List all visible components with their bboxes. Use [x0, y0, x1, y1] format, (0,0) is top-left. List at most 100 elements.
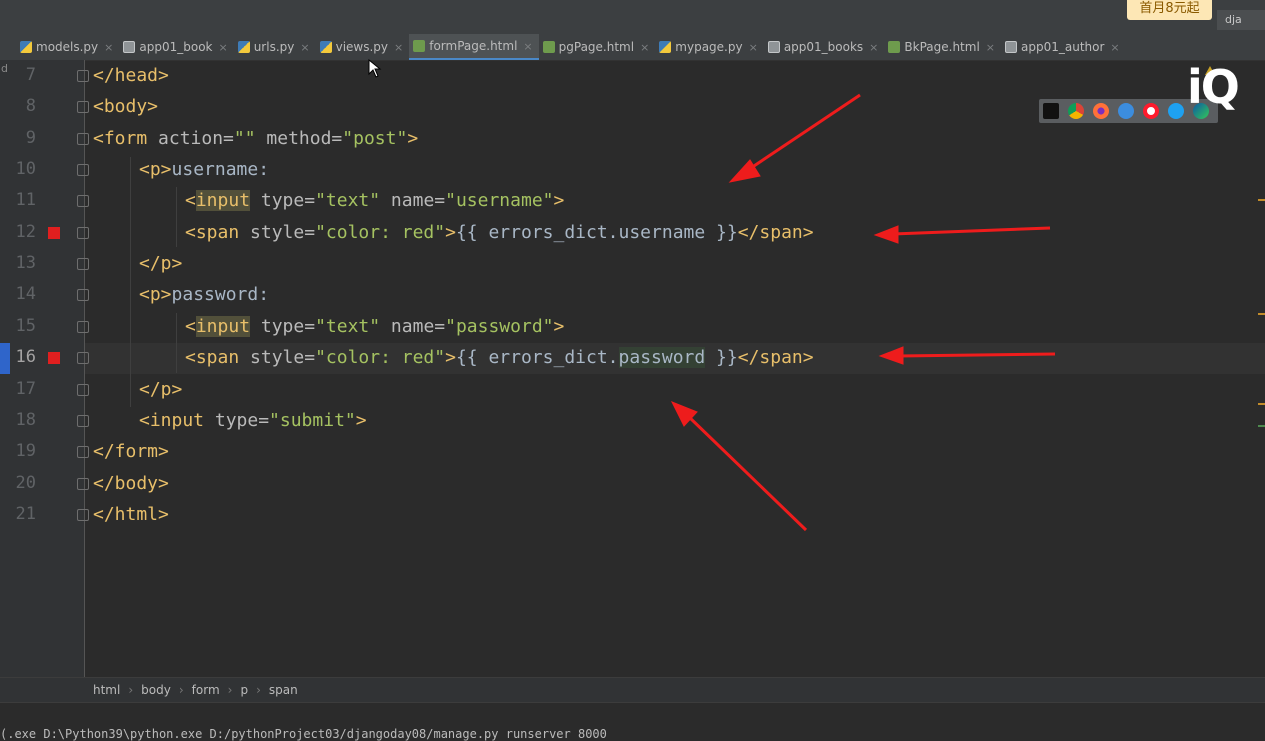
scroll-marker: [1258, 403, 1265, 405]
code-token: type=: [250, 316, 316, 337]
close-icon[interactable]: ×: [986, 41, 995, 54]
code-line[interactable]: </body>: [93, 468, 1265, 499]
code-line[interactable]: <input type="text" name="username">: [185, 185, 1265, 216]
tab-label: pgPage.html: [558, 40, 635, 54]
table-icon: [767, 41, 780, 53]
tab-app01-author[interactable]: app01_author ×: [1001, 34, 1126, 60]
fold-icon[interactable]: [77, 195, 89, 207]
firefox-icon[interactable]: [1093, 103, 1109, 119]
code-token: </html>: [93, 504, 169, 525]
tab-models-py[interactable]: models.py ×: [16, 34, 119, 60]
close-icon[interactable]: ×: [523, 40, 532, 53]
fold-icon[interactable]: [77, 509, 89, 521]
code-token: <span: [185, 222, 251, 243]
code-token: {{ errors_dict.: [455, 347, 619, 368]
breadcrumb-item[interactable]: form: [192, 683, 220, 697]
code-line[interactable]: </html>: [93, 499, 1265, 530]
code-token: </p>: [139, 253, 183, 274]
line-number: 11: [15, 190, 36, 210]
breakpoint-icon[interactable]: [48, 352, 60, 364]
close-icon[interactable]: ×: [869, 41, 878, 54]
line-number: 9: [25, 128, 36, 148]
code-token: <input: [139, 410, 215, 431]
tab-label: app01_books: [783, 40, 864, 54]
code-line[interactable]: <form action="" method="post">: [93, 123, 1265, 154]
code-token: >: [355, 410, 367, 431]
close-icon[interactable]: ×: [749, 41, 758, 54]
breadcrumb-item[interactable]: body: [141, 683, 171, 697]
tab-mypage-py[interactable]: mypage.py ×: [655, 34, 764, 60]
breadcrumb-item[interactable]: span: [269, 683, 298, 697]
tab-app01-book[interactable]: app01_book ×: [119, 34, 233, 60]
line-number: 16: [15, 347, 36, 367]
table-icon: [1005, 41, 1017, 53]
tab-urls-py[interactable]: urls.py ×: [234, 34, 316, 60]
code-line[interactable]: </form>: [93, 436, 1265, 467]
fold-icon[interactable]: [77, 70, 89, 82]
code-line[interactable]: </p>: [139, 374, 1265, 405]
close-icon[interactable]: ×: [1110, 41, 1119, 54]
code-line[interactable]: <span style="color: red">{{ errors_dict.…: [185, 217, 1265, 248]
chevron-right-icon: ›: [178, 683, 184, 697]
code-line[interactable]: <span style="color: red">{{ errors_dict.…: [185, 342, 1265, 373]
fold-icon[interactable]: [77, 352, 89, 364]
code-token: </p>: [139, 379, 183, 400]
close-icon[interactable]: ×: [640, 41, 649, 54]
code-token: "text": [315, 190, 381, 211]
code-token: <body>: [93, 96, 159, 117]
code-token: "username": [445, 190, 554, 211]
fold-icon[interactable]: [77, 384, 89, 396]
python-file-icon: [237, 41, 250, 53]
gutter-letter: d: [1, 62, 8, 75]
terminal-panel[interactable]: (.exe D:\Python39\python.exe D:/pythonPr…: [0, 702, 1265, 741]
line-number: 12: [15, 222, 36, 242]
fold-icon[interactable]: [77, 478, 89, 490]
close-icon[interactable]: ×: [104, 41, 113, 54]
breadcrumb-item[interactable]: p: [240, 683, 248, 697]
code-line[interactable]: <input type="submit">: [139, 405, 1265, 436]
code-token: >: [445, 222, 456, 243]
code-token: >: [445, 347, 456, 368]
code-token: name=: [380, 190, 446, 211]
fold-icon[interactable]: [77, 164, 89, 176]
fold-icon[interactable]: [77, 321, 89, 333]
fold-icon[interactable]: [77, 133, 89, 145]
code-line[interactable]: </p>: [139, 248, 1265, 279]
code-line[interactable]: <p>password:: [139, 279, 1265, 310]
tab-bkpage-html[interactable]: BkPage.html ×: [884, 34, 1001, 60]
fold-icon[interactable]: [77, 289, 89, 301]
chrome-icon[interactable]: [1068, 103, 1084, 119]
close-icon[interactable]: ×: [300, 41, 309, 54]
indent-guide: [176, 313, 177, 373]
tab-formpage-html[interactable]: formPage.html ×: [409, 34, 539, 60]
close-icon[interactable]: ×: [218, 41, 227, 54]
project-button[interactable]: dja: [1217, 10, 1265, 30]
tab-label: views.py: [335, 40, 389, 54]
fold-icon[interactable]: [77, 227, 89, 239]
code-token: type=: [214, 410, 270, 431]
tab-app01-books[interactable]: app01_books ×: [764, 34, 885, 60]
fold-icon[interactable]: [77, 446, 89, 458]
opera-icon[interactable]: [1143, 103, 1159, 119]
tab-pgpage-html[interactable]: pgPage.html ×: [539, 34, 656, 60]
fold-icon[interactable]: [77, 101, 89, 113]
fold-icon[interactable]: [77, 258, 89, 270]
promo-badge[interactable]: 首月8元起: [1127, 0, 1212, 20]
tab-views-py[interactable]: views.py ×: [316, 34, 410, 60]
code-token: "text": [315, 316, 381, 337]
html-file-icon: [888, 41, 901, 53]
safari-icon[interactable]: [1118, 103, 1134, 119]
breakpoint-icon[interactable]: [48, 227, 60, 239]
tab-label: app01_author: [1021, 40, 1105, 54]
code-line[interactable]: <p>username:: [139, 154, 1265, 185]
pycharm-icon[interactable]: [1043, 103, 1059, 119]
breadcrumb-item[interactable]: html: [93, 683, 120, 697]
code-line[interactable]: </head>: [93, 60, 1265, 91]
chevron-right-icon: ›: [128, 683, 134, 697]
ie-icon[interactable]: [1168, 103, 1184, 119]
code-line[interactable]: <input type="text" name="password">: [185, 311, 1265, 342]
fold-icon[interactable]: [77, 415, 89, 427]
tab-label: urls.py: [253, 40, 295, 54]
close-icon[interactable]: ×: [394, 41, 403, 54]
line-number: 14: [15, 284, 36, 304]
